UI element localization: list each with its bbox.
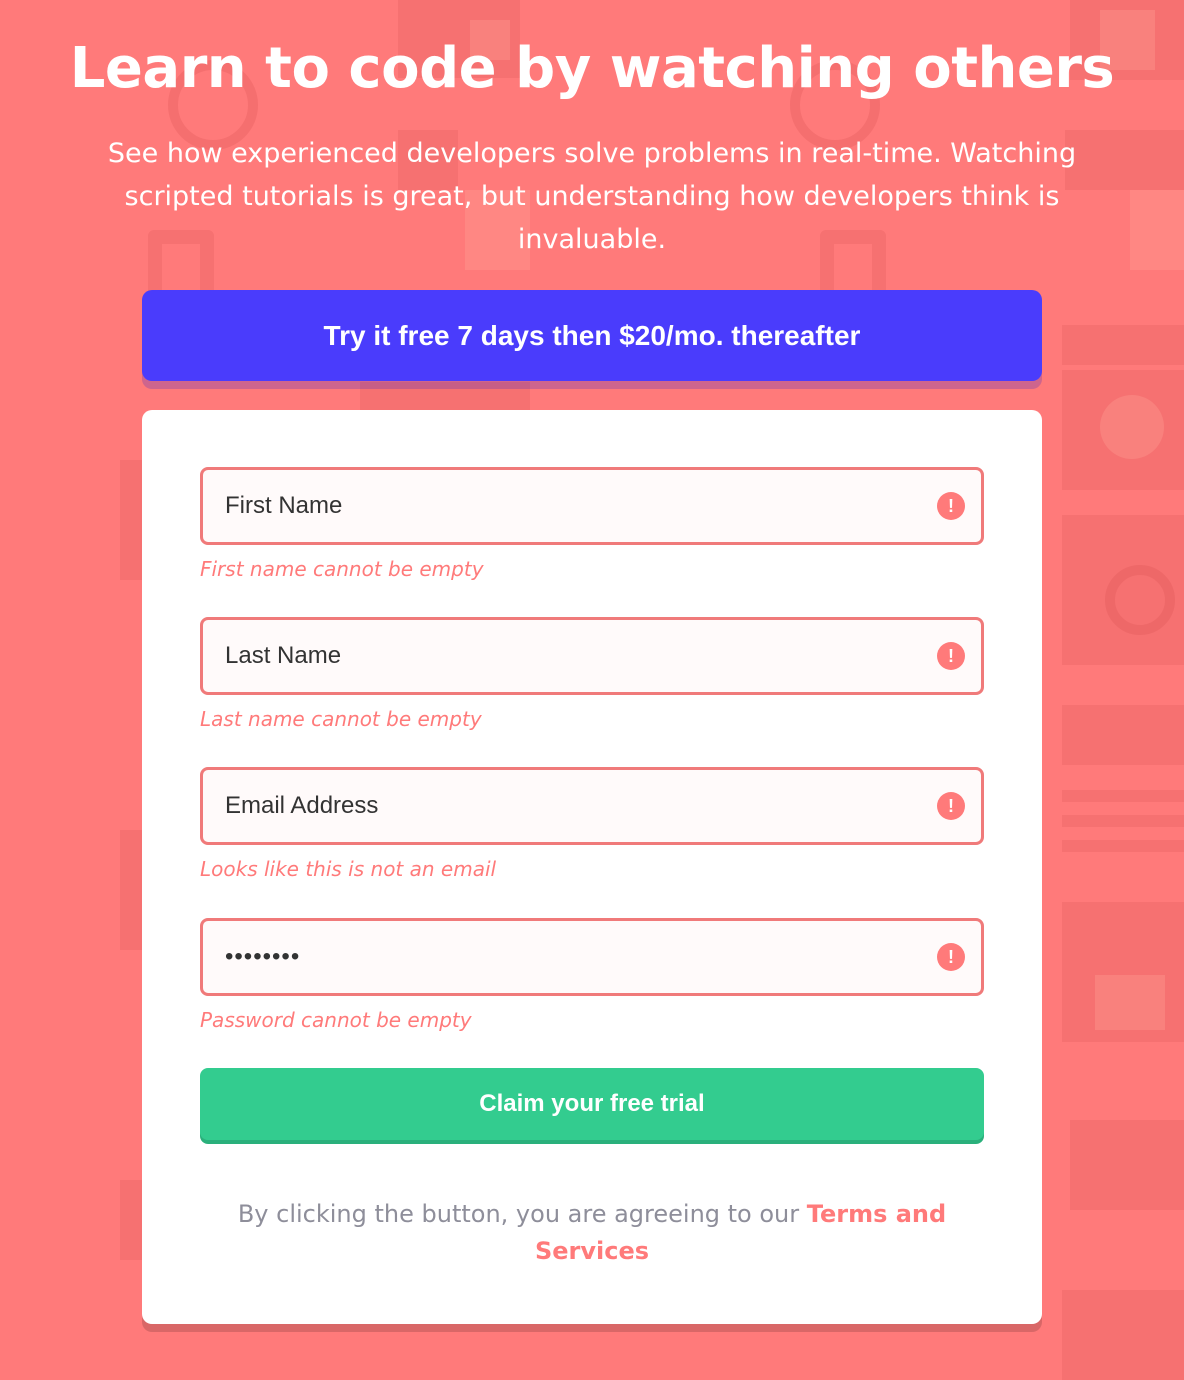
page-title: Learn to code by watching others — [69, 36, 1115, 101]
claim-trial-button[interactable]: Claim your free trial — [200, 1068, 984, 1140]
page-subtitle: See how experienced developers solve pro… — [107, 138, 1077, 255]
first-name-field: ! First name cannot be empty — [200, 467, 984, 581]
email-field-box: ! — [200, 767, 984, 845]
password-field: ! Password cannot be empty — [200, 918, 984, 1032]
error-icon: ! — [937, 492, 965, 520]
last-name-field: ! Last name cannot be empty — [200, 617, 984, 731]
error-icon: ! — [937, 642, 965, 670]
password-input[interactable] — [203, 921, 981, 993]
first-name-field-box: ! — [200, 467, 984, 545]
email-error: Looks like this is not an email — [200, 857, 497, 881]
last-name-input[interactable] — [203, 620, 981, 692]
promo-banner: Try it free 7 days then $20/mo. thereaft… — [142, 290, 1042, 381]
first-name-input[interactable] — [203, 470, 981, 542]
error-icon: ! — [937, 792, 965, 820]
email-input[interactable] — [203, 770, 981, 842]
terms-notice: By clicking the button, you are agreeing… — [200, 1196, 984, 1270]
error-icon: ! — [937, 943, 965, 971]
password-field-box: ! — [200, 918, 984, 996]
last-name-field-box: ! — [200, 617, 984, 695]
last-name-error: Last name cannot be empty — [200, 707, 482, 731]
password-error: Password cannot be empty — [200, 1008, 472, 1032]
first-name-error: First name cannot be empty — [200, 557, 484, 581]
email-field: ! Looks like this is not an email — [200, 767, 984, 881]
signup-form: ! First name cannot be empty ! Last name… — [142, 410, 1042, 1324]
terms-prefix: By clicking the button, you are agreeing… — [237, 1200, 807, 1228]
